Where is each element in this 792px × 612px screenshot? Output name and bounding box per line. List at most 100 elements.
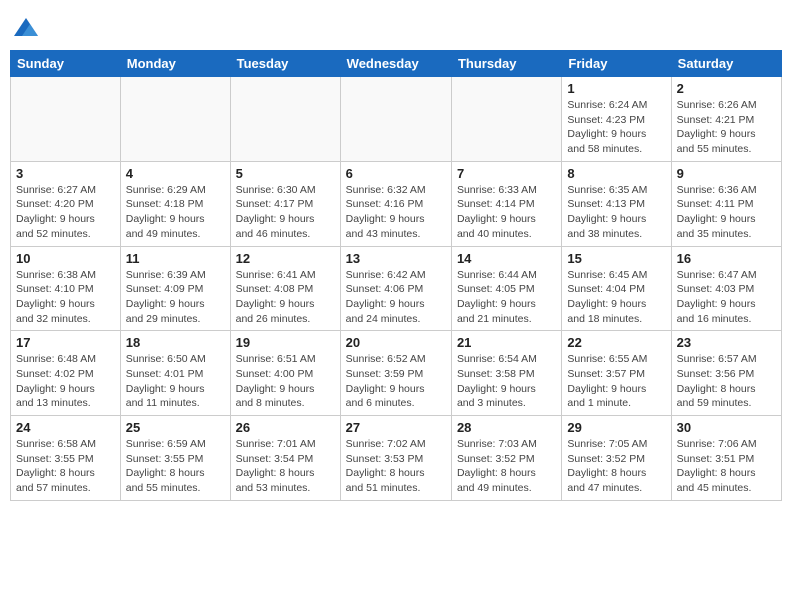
calendar-cell: 27 Sunrise: 7:02 AMSunset: 3:53 PMDayligh…: [340, 416, 451, 501]
day-number: 30: [677, 420, 776, 435]
day-number: 14: [457, 251, 556, 266]
calendar-cell: 8 Sunrise: 6:35 AMSunset: 4:13 PMDaylight…: [562, 161, 671, 246]
calendar-cell: 3 Sunrise: 6:27 AMSunset: 4:20 PMDaylight…: [11, 161, 121, 246]
day-info: Sunrise: 6:32 AMSunset: 4:16 PMDaylight:…: [346, 183, 446, 242]
day-number: 7: [457, 166, 556, 181]
day-number: 3: [16, 166, 115, 181]
day-number: 11: [126, 251, 225, 266]
day-number: 22: [567, 335, 665, 350]
day-info: Sunrise: 6:51 AMSunset: 4:00 PMDaylight:…: [236, 352, 335, 411]
page: SundayMondayTuesdayWednesdayThursdayFrid…: [0, 0, 792, 612]
day-info: Sunrise: 6:54 AMSunset: 3:58 PMDaylight:…: [457, 352, 556, 411]
day-info: Sunrise: 6:36 AMSunset: 4:11 PMDaylight:…: [677, 183, 776, 242]
day-number: 20: [346, 335, 446, 350]
day-number: 17: [16, 335, 115, 350]
day-info: Sunrise: 6:52 AMSunset: 3:59 PMDaylight:…: [346, 352, 446, 411]
calendar-cell: 18Sunrise: 6:50 AMSunset: 4:01 PMDayligh…: [120, 331, 230, 416]
calendar-cell: 11Sunrise: 6:39 AMSunset: 4:09 PMDayligh…: [120, 246, 230, 331]
day-info: Sunrise: 6:57 AMSunset: 3:56 PMDaylight:…: [677, 352, 776, 411]
calendar-cell: 2 Sunrise: 6:26 AMSunset: 4:21 PMDaylight…: [671, 77, 781, 162]
week-row-3: 17 Sunrise: 6:48 AMSunset: 4:02 PMDayligh…: [11, 331, 782, 416]
day-info: Sunrise: 6:58 AMSunset: 3:55 PMDaylight:…: [16, 437, 115, 496]
calendar-cell: 30 Sunrise: 7:06 AMSunset: 3:51 PMDayligh…: [671, 416, 781, 501]
calendar-cell: 19Sunrise: 6:51 AMSunset: 4:00 PMDayligh…: [230, 331, 340, 416]
day-info: Sunrise: 7:01 AMSunset: 3:54 PMDaylight:…: [236, 437, 335, 496]
day-info: Sunrise: 6:42 AMSunset: 4:06 PMDaylight:…: [346, 268, 446, 327]
week-row-0: 1 Sunrise: 6:24 AMSunset: 4:23 PMDaylight…: [11, 77, 782, 162]
calendar-cell: 25 Sunrise: 6:59 AMSunset: 3:55 PMDayligh…: [120, 416, 230, 501]
day-info: Sunrise: 7:06 AMSunset: 3:51 PMDaylight:…: [677, 437, 776, 496]
day-number: 1: [567, 81, 665, 96]
day-number: 25: [126, 420, 225, 435]
weekday-header-friday: Friday: [562, 51, 671, 77]
day-number: 8: [567, 166, 665, 181]
header: [10, 10, 782, 42]
weekday-header-wednesday: Wednesday: [340, 51, 451, 77]
weekday-header-tuesday: Tuesday: [230, 51, 340, 77]
day-number: 18: [126, 335, 225, 350]
weekday-header-saturday: Saturday: [671, 51, 781, 77]
calendar-cell: [230, 77, 340, 162]
week-row-2: 10 Sunrise: 6:38 AMSunset: 4:10 PMDayligh…: [11, 246, 782, 331]
calendar-cell: 17 Sunrise: 6:48 AMSunset: 4:02 PMDayligh…: [11, 331, 121, 416]
calendar-cell: [451, 77, 561, 162]
logo-icon: [12, 14, 40, 42]
day-number: 6: [346, 166, 446, 181]
day-info: Sunrise: 7:02 AMSunset: 3:53 PMDaylight:…: [346, 437, 446, 496]
calendar-cell: 26 Sunrise: 7:01 AMSunset: 3:54 PMDayligh…: [230, 416, 340, 501]
day-info: Sunrise: 6:41 AMSunset: 4:08 PMDaylight:…: [236, 268, 335, 327]
calendar-cell: 28 Sunrise: 7:03 AMSunset: 3:52 PMDayligh…: [451, 416, 561, 501]
day-number: 24: [16, 420, 115, 435]
day-number: 13: [346, 251, 446, 266]
day-info: Sunrise: 6:45 AMSunset: 4:04 PMDaylight:…: [567, 268, 665, 327]
calendar-cell: 15 Sunrise: 6:45 AMSunset: 4:04 PMDayligh…: [562, 246, 671, 331]
week-row-1: 3 Sunrise: 6:27 AMSunset: 4:20 PMDaylight…: [11, 161, 782, 246]
day-number: 28: [457, 420, 556, 435]
day-number: 2: [677, 81, 776, 96]
calendar-cell: 10 Sunrise: 6:38 AMSunset: 4:10 PMDayligh…: [11, 246, 121, 331]
calendar-cell: 22 Sunrise: 6:55 AMSunset: 3:57 PMDayligh…: [562, 331, 671, 416]
calendar-cell: 16Sunrise: 6:47 AMSunset: 4:03 PMDayligh…: [671, 246, 781, 331]
calendar-table: SundayMondayTuesdayWednesdayThursdayFrid…: [10, 50, 782, 501]
day-number: 4: [126, 166, 225, 181]
day-number: 23: [677, 335, 776, 350]
calendar-cell: [11, 77, 121, 162]
calendar-cell: 23 Sunrise: 6:57 AMSunset: 3:56 PMDayligh…: [671, 331, 781, 416]
calendar-cell: [340, 77, 451, 162]
weekday-header-row: SundayMondayTuesdayWednesdayThursdayFrid…: [11, 51, 782, 77]
day-info: Sunrise: 6:30 AMSunset: 4:17 PMDaylight:…: [236, 183, 335, 242]
day-number: 21: [457, 335, 556, 350]
calendar-cell: 12 Sunrise: 6:41 AMSunset: 4:08 PMDayligh…: [230, 246, 340, 331]
day-number: 26: [236, 420, 335, 435]
day-info: Sunrise: 6:27 AMSunset: 4:20 PMDaylight:…: [16, 183, 115, 242]
calendar-cell: 20 Sunrise: 6:52 AMSunset: 3:59 PMDayligh…: [340, 331, 451, 416]
calendar-cell: 14 Sunrise: 6:44 AMSunset: 4:05 PMDayligh…: [451, 246, 561, 331]
day-number: 12: [236, 251, 335, 266]
calendar-cell: 29Sunrise: 7:05 AMSunset: 3:52 PMDayligh…: [562, 416, 671, 501]
calendar-cell: 4Sunrise: 6:29 AMSunset: 4:18 PMDaylight…: [120, 161, 230, 246]
day-info: Sunrise: 6:48 AMSunset: 4:02 PMDaylight:…: [16, 352, 115, 411]
weekday-header-monday: Monday: [120, 51, 230, 77]
day-number: 27: [346, 420, 446, 435]
day-number: 16: [677, 251, 776, 266]
day-number: 10: [16, 251, 115, 266]
calendar-cell: 6 Sunrise: 6:32 AMSunset: 4:16 PMDaylight…: [340, 161, 451, 246]
day-number: 9: [677, 166, 776, 181]
weekday-header-thursday: Thursday: [451, 51, 561, 77]
calendar-cell: 9 Sunrise: 6:36 AMSunset: 4:11 PMDaylight…: [671, 161, 781, 246]
weekday-header-sunday: Sunday: [11, 51, 121, 77]
calendar-cell: 13 Sunrise: 6:42 AMSunset: 4:06 PMDayligh…: [340, 246, 451, 331]
day-info: Sunrise: 6:59 AMSunset: 3:55 PMDaylight:…: [126, 437, 225, 496]
day-info: Sunrise: 6:55 AMSunset: 3:57 PMDaylight:…: [567, 352, 665, 411]
day-info: Sunrise: 7:03 AMSunset: 3:52 PMDaylight:…: [457, 437, 556, 496]
day-info: Sunrise: 6:44 AMSunset: 4:05 PMDaylight:…: [457, 268, 556, 327]
calendar-cell: 24 Sunrise: 6:58 AMSunset: 3:55 PMDayligh…: [11, 416, 121, 501]
day-number: 29: [567, 420, 665, 435]
day-number: 15: [567, 251, 665, 266]
week-row-4: 24 Sunrise: 6:58 AMSunset: 3:55 PMDayligh…: [11, 416, 782, 501]
day-info: Sunrise: 6:24 AMSunset: 4:23 PMDaylight:…: [567, 98, 665, 157]
day-info: Sunrise: 6:26 AMSunset: 4:21 PMDaylight:…: [677, 98, 776, 157]
day-info: Sunrise: 6:38 AMSunset: 4:10 PMDaylight:…: [16, 268, 115, 327]
day-info: Sunrise: 6:33 AMSunset: 4:14 PMDaylight:…: [457, 183, 556, 242]
day-info: Sunrise: 6:35 AMSunset: 4:13 PMDaylight:…: [567, 183, 665, 242]
